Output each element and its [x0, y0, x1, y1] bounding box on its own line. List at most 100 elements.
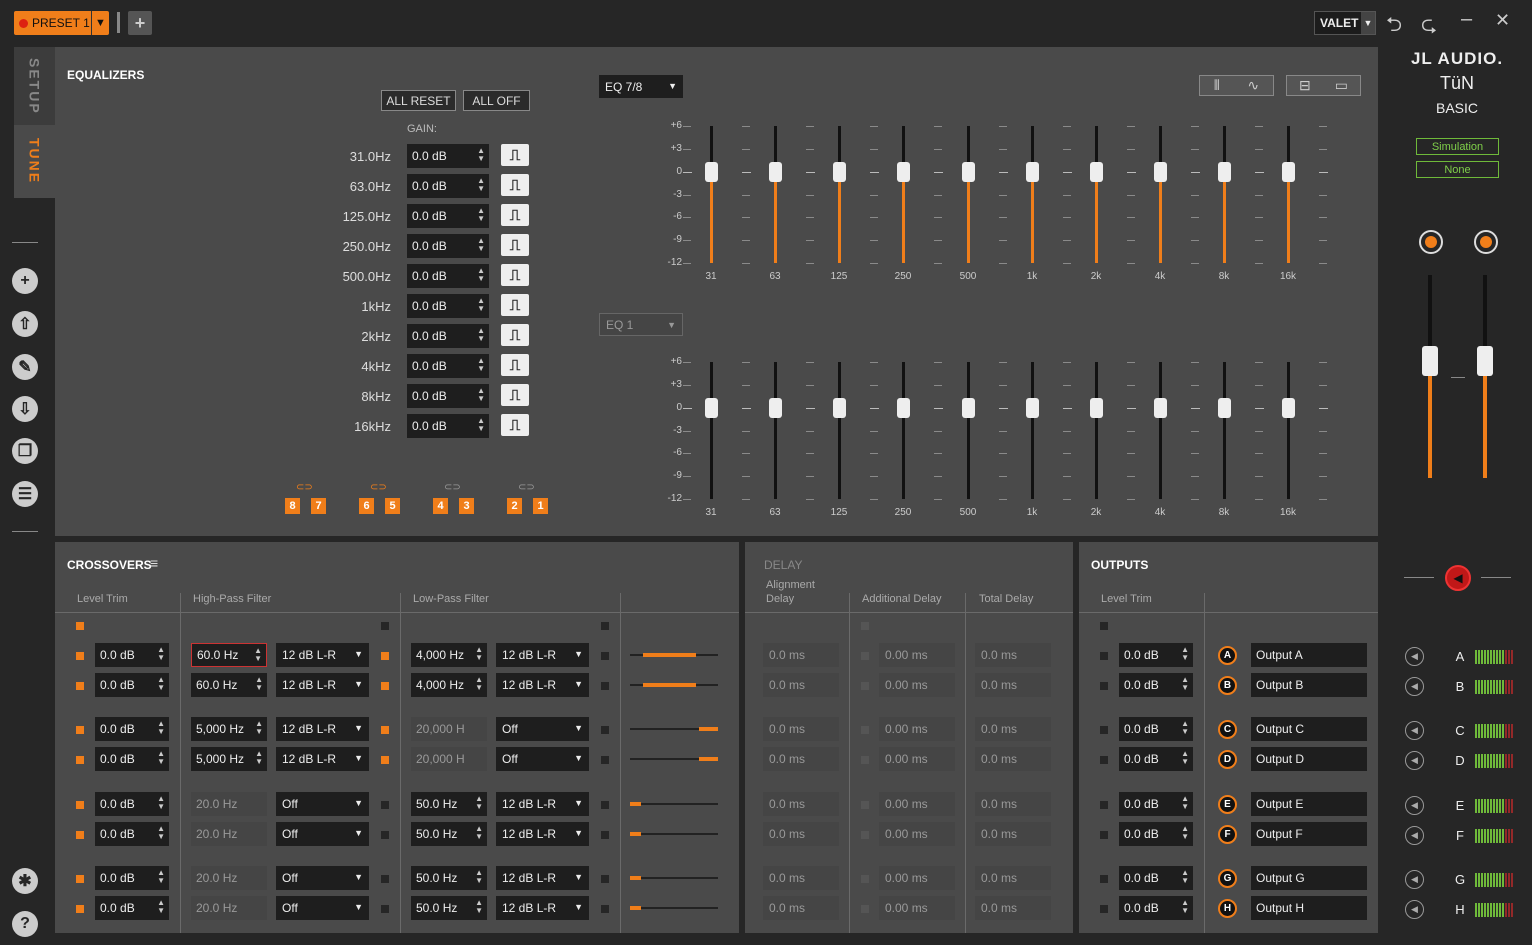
additional-delay-field[interactable]: 0.00 ms [879, 643, 955, 667]
lpf-toggle[interactable] [601, 875, 609, 883]
stepper-icon[interactable]: ▲ ▼ [157, 795, 165, 811]
hpf-toggle[interactable] [381, 652, 389, 660]
bell-filter-icon[interactable]: ⎍ [501, 234, 529, 256]
stepper-icon[interactable]: ▲ ▼ [157, 676, 165, 692]
hpf-toggle[interactable] [381, 905, 389, 913]
level-trim-input[interactable]: 0.0 dB ▲ ▼ [95, 673, 169, 697]
stepper-icon[interactable]: ▲ ▼ [1181, 899, 1189, 915]
hpf-frequency-input[interactable]: 20.0 Hz [191, 866, 267, 890]
help-icon[interactable]: ? [12, 911, 38, 937]
speaker-icon[interactable]: ◀ [1405, 796, 1424, 815]
stepper-icon[interactable]: ▲ ▼ [477, 237, 485, 253]
band-gain-input[interactable]: 0.0 dB ▲ ▼ [407, 174, 489, 198]
output-name-field[interactable]: Output H [1251, 896, 1367, 920]
tab-setup[interactable]: SETUP [14, 47, 55, 125]
lpf-toggle[interactable] [601, 756, 609, 764]
delay-toggle[interactable] [861, 652, 869, 660]
bell-filter-icon[interactable]: ⎍ [501, 264, 529, 286]
lpf-toggle[interactable] [601, 682, 609, 690]
link-icon[interactable]: ⊂⊃ [518, 482, 535, 493]
level-toggle[interactable] [76, 756, 84, 764]
output-level-input[interactable]: 0.0 dB ▲ ▼ [1119, 792, 1193, 816]
minimize-icon[interactable]: – [1461, 8, 1472, 31]
stepper-icon[interactable]: ▲ ▼ [1181, 869, 1189, 885]
channel-chip[interactable]: 2 [507, 498, 522, 514]
level-toggle[interactable] [76, 726, 84, 734]
lpf-toggle[interactable] [601, 831, 609, 839]
delay-group-toggle[interactable] [861, 622, 869, 630]
hpf-toggle[interactable] [381, 756, 389, 764]
delay-toggle[interactable] [861, 756, 869, 764]
bell-filter-icon[interactable]: ⎍ [501, 144, 529, 166]
all-reset-button[interactable]: ALL RESET [381, 90, 456, 111]
level-trim-input[interactable]: 0.0 dB ▲ ▼ [95, 717, 169, 741]
eq-slider-handle[interactable] [1218, 161, 1231, 182]
additional-delay-field[interactable]: 0.00 ms [879, 717, 955, 741]
stepper-icon[interactable]: ▲ ▼ [477, 207, 485, 223]
hpf-toggle[interactable] [381, 726, 389, 734]
output-name-field[interactable]: Output A [1251, 643, 1367, 667]
band-gain-input[interactable]: 0.0 dB ▲ ▼ [407, 144, 489, 168]
list-icon[interactable]: ☰ [12, 481, 38, 507]
settings-icon[interactable]: ✱ [12, 868, 38, 894]
output-toggle[interactable] [1100, 682, 1108, 690]
additional-delay-field[interactable]: 0.00 ms [879, 866, 955, 890]
stepper-icon[interactable]: ▲ ▼ [157, 750, 165, 766]
eq-slider-handle[interactable] [769, 161, 782, 182]
additional-delay-field[interactable]: 0.00 ms [879, 673, 955, 697]
menu-icon[interactable]: ≡ [150, 555, 158, 571]
channel-chip[interactable]: 7 [311, 498, 326, 514]
hpf-slope-select[interactable]: 12 dB L-R ▼ [276, 643, 369, 667]
stepper-icon[interactable]: ▲ ▼ [475, 825, 483, 841]
hpf-frequency-input[interactable]: 20.0 Hz [191, 792, 267, 816]
hpf-toggle[interactable] [381, 682, 389, 690]
hpf-frequency-input[interactable]: 60.0 Hz ▲ ▼ [191, 643, 267, 667]
speaker-icon[interactable]: ◀ [1405, 721, 1424, 740]
master-right-radio[interactable] [1474, 230, 1498, 254]
lpf-toggle[interactable] [601, 905, 609, 913]
master-slider-handle[interactable] [1422, 346, 1438, 377]
upload-icon[interactable]: ⇧ [12, 311, 38, 337]
download-icon[interactable]: ⇩ [12, 396, 38, 422]
band-gain-input[interactable]: 0.0 dB ▲ ▼ [407, 324, 489, 348]
band-gain-input[interactable]: 0.0 dB ▲ ▼ [407, 414, 489, 438]
output-name-field[interactable]: Output F [1251, 822, 1367, 846]
all-off-button[interactable]: ALL OFF [463, 90, 530, 111]
add-preset-button[interactable]: + [128, 11, 152, 35]
preset-button[interactable]: PRESET 1 ▼ [14, 11, 109, 35]
mute-all-icon[interactable]: ◀ [1445, 565, 1471, 591]
hpf-frequency-input[interactable]: 20.0 Hz [191, 822, 267, 846]
channel-chip[interactable]: 5 [385, 498, 400, 514]
output-level-input[interactable]: 0.0 dB ▲ ▼ [1119, 643, 1193, 667]
additional-delay-field[interactable]: 0.00 ms [879, 747, 955, 771]
master-left-radio[interactable] [1419, 230, 1443, 254]
channel-chip[interactable]: 8 [285, 498, 300, 514]
band-gain-input[interactable]: 0.0 dB ▲ ▼ [407, 264, 489, 288]
hpf-slope-select[interactable]: Off ▼ [276, 896, 369, 920]
stepper-icon[interactable]: ▲ ▼ [475, 646, 483, 662]
speaker-icon[interactable]: ◀ [1405, 647, 1424, 666]
output-level-input[interactable]: 0.0 dB ▲ ▼ [1119, 747, 1193, 771]
hpf-slope-select[interactable]: 12 dB L-R ▼ [276, 747, 369, 771]
output-name-field[interactable]: Output G [1251, 866, 1367, 890]
split-view-icon[interactable]: ⊟ [1299, 77, 1311, 94]
stepper-icon[interactable]: ▲ ▼ [475, 869, 483, 885]
lpf-slope-select[interactable]: 12 dB L-R ▼ [496, 896, 589, 920]
eq-slider-handle[interactable] [769, 397, 782, 418]
valet-select[interactable]: VALET ▼ [1314, 11, 1376, 35]
stepper-icon[interactable]: ▲ ▼ [477, 357, 485, 373]
band-gain-input[interactable]: 0.0 dB ▲ ▼ [407, 294, 489, 318]
stepper-icon[interactable]: ▲ ▼ [157, 720, 165, 736]
link-icon[interactable]: ⊂⊃ [296, 482, 313, 493]
hpf-toggle[interactable] [381, 801, 389, 809]
lpf-frequency-input[interactable]: 50.0 Hz ▲ ▼ [411, 866, 487, 890]
stepper-icon[interactable]: ▲ ▼ [475, 676, 483, 692]
stepper-icon[interactable]: ▲ ▼ [475, 899, 483, 915]
stepper-icon[interactable]: ▲ ▼ [477, 147, 485, 163]
level-group-toggle[interactable] [76, 622, 84, 630]
stepper-icon[interactable]: ▲ ▼ [477, 177, 485, 193]
hpf-frequency-input[interactable]: 5,000 Hz ▲ ▼ [191, 747, 267, 771]
level-trim-input[interactable]: 0.0 dB ▲ ▼ [95, 822, 169, 846]
speaker-icon[interactable]: ◀ [1405, 751, 1424, 770]
stepper-icon[interactable]: ▲ ▼ [475, 795, 483, 811]
